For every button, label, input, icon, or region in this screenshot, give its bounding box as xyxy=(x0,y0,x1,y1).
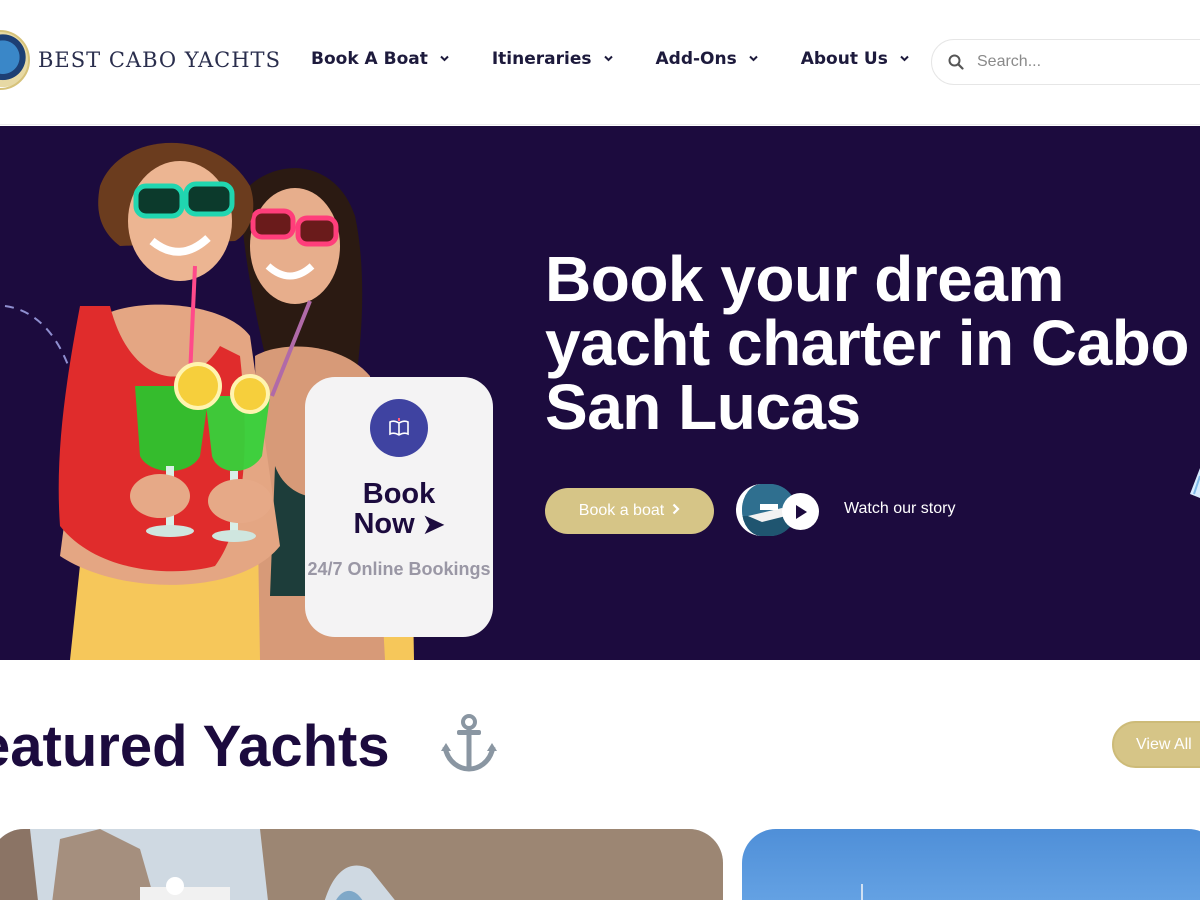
chevron-down-icon xyxy=(749,55,758,63)
logo-emblem xyxy=(0,28,40,92)
nav-item-add-ons[interactable]: Add-Ons xyxy=(655,49,758,69)
book-now-title: Book Now ➤ xyxy=(305,479,493,539)
nav-item-itineraries[interactable]: Itineraries xyxy=(491,49,613,69)
anchor-icon xyxy=(441,714,497,772)
watch-story-link[interactable]: Watch our story xyxy=(844,500,955,518)
search-icon xyxy=(948,54,964,70)
featured-yachts-heading: eatured Yachts xyxy=(0,714,390,779)
nav-label: Add-Ons xyxy=(655,49,737,69)
chevron-right-icon xyxy=(672,502,680,520)
main-nav: Book A Boat Itineraries Add-Ons About Us xyxy=(311,49,952,69)
search-input[interactable] xyxy=(977,53,1197,71)
hero-title: Book your dream yacht charter in Cabo Sa… xyxy=(545,243,1189,443)
book-a-boat-button[interactable]: Book a boat xyxy=(545,488,714,534)
logo[interactable]: BEST CABO YACHTS xyxy=(0,28,281,92)
chevron-down-icon xyxy=(440,55,449,63)
logo-text: BEST CABO YACHTS xyxy=(38,48,281,72)
nav-label: About Us xyxy=(800,49,888,69)
chevron-down-icon xyxy=(603,55,613,63)
site-header: BEST CABO YACHTS Book A Boat Itineraries… xyxy=(0,0,1200,125)
nav-item-about-us[interactable]: About Us xyxy=(800,49,909,69)
chevron-down-icon xyxy=(900,55,909,63)
book-now-subtitle: 24/7 Online Bookings xyxy=(307,559,491,579)
book-now-line2: Now xyxy=(353,508,415,540)
book-now-card[interactable]: Book Now ➤ 24/7 Online Bookings xyxy=(305,377,493,637)
yacht-card-image[interactable] xyxy=(742,829,1200,900)
book-a-boat-label: Book a boat xyxy=(578,502,665,519)
nav-label: Book A Boat xyxy=(311,49,428,69)
hero-banner: Book Now ➤ 24/7 Online Bookings Book you… xyxy=(0,126,1200,660)
decorative-plane-icon xyxy=(1190,468,1200,498)
nav-label: Itineraries xyxy=(491,49,592,69)
play-icon[interactable] xyxy=(782,493,819,530)
send-arrow-icon: ➤ xyxy=(422,509,445,539)
book-now-line1: Book xyxy=(362,478,436,510)
search-box[interactable] xyxy=(931,39,1200,85)
view-all-button[interactable]: View All xyxy=(1112,721,1200,768)
nav-item-book-a-boat[interactable]: Book A Boat xyxy=(311,49,449,69)
book-icon xyxy=(370,399,428,457)
yacht-card-image[interactable] xyxy=(0,829,723,900)
